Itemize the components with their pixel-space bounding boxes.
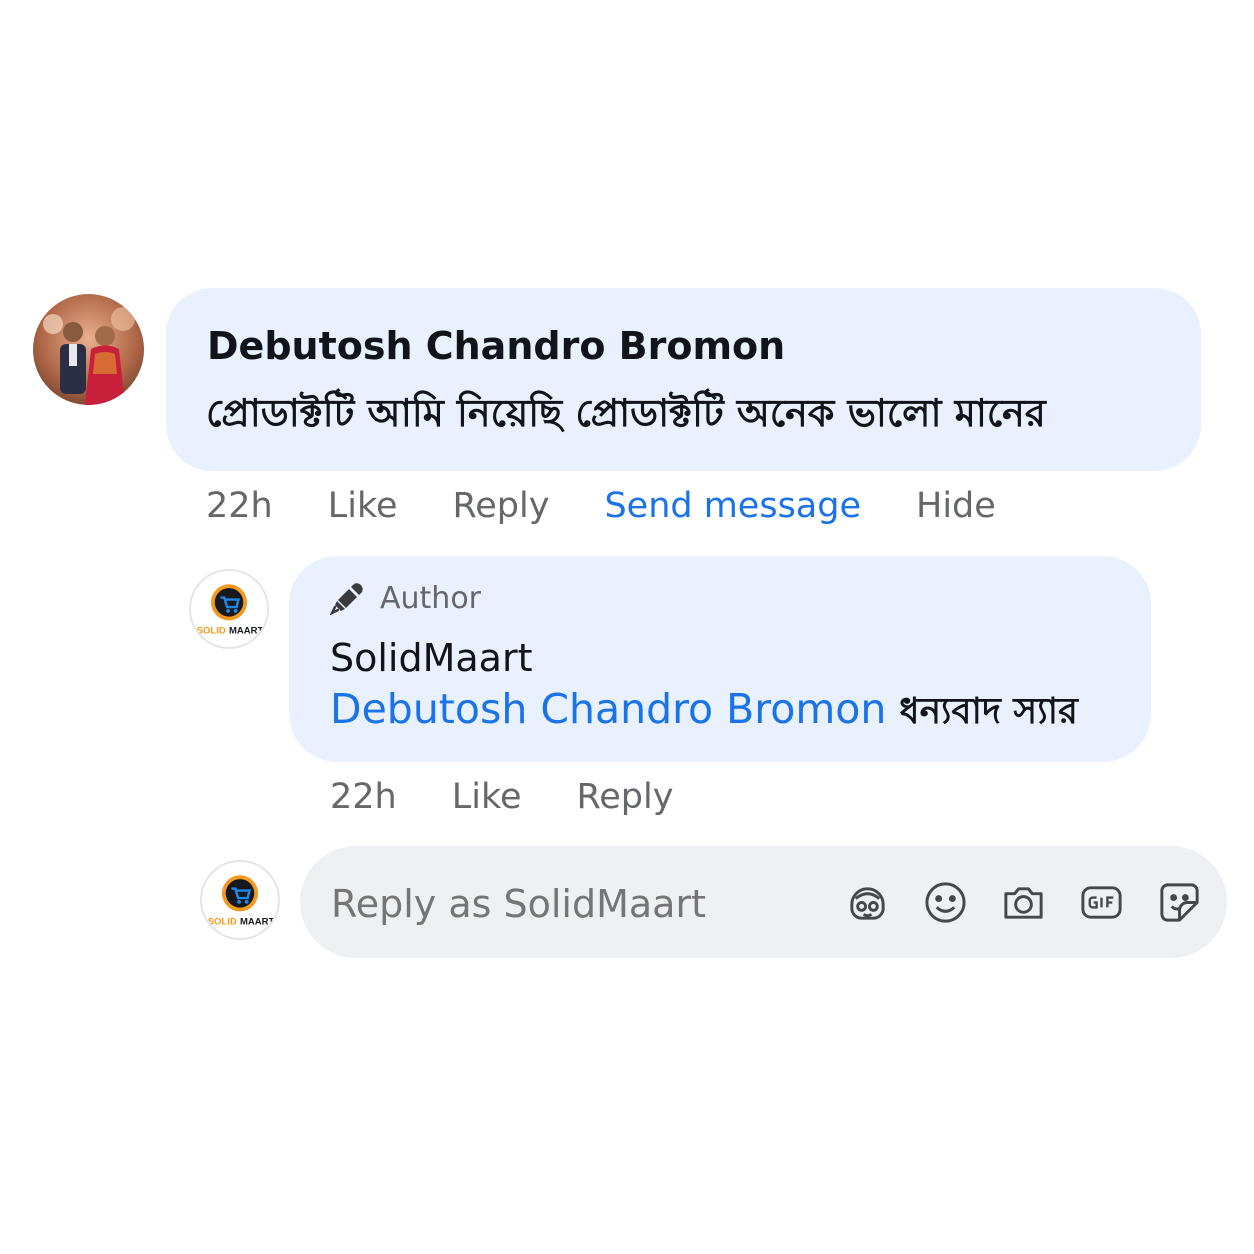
sticker-icon[interactable] [1156, 879, 1203, 926]
emoji-icon[interactable] [922, 879, 969, 926]
commenter-avatar[interactable] [33, 294, 144, 405]
hide-button[interactable]: Hide [916, 486, 996, 526]
logo-text-solid: SOLID [208, 917, 237, 928]
comment-text: প্রোডাক্টটি আমি নিয়েছি প্রোডাক্টটি অনেক… [206, 391, 1046, 435]
author-badge-label: Author [380, 580, 482, 616]
reply-text: Debutosh Chandro Bromon ধন্যবাদ স্যার [330, 684, 1078, 744]
reply-composer[interactable] [300, 846, 1227, 958]
logo-text-maart: MAART [229, 626, 263, 637]
comment-actions: 22h Like Reply Send message Hide [206, 486, 996, 526]
reply-bubble: Author SolidMaart Debutosh Chandro Bromo… [289, 556, 1151, 762]
reply-input[interactable] [331, 882, 831, 926]
author-badge: Author [330, 580, 481, 616]
microphone-icon [330, 583, 363, 616]
logo-text-maart: MAART [240, 917, 274, 928]
reply-reply-button[interactable]: Reply [577, 777, 674, 817]
comment-author-name[interactable]: Debutosh Chandro Bromon [207, 324, 785, 368]
mention-link[interactable]: Debutosh Chandro Bromon [330, 685, 886, 733]
send-message-button[interactable]: Send message [604, 486, 861, 526]
composer-avatar: SOLID MAART [200, 860, 280, 940]
reply-actions: 22h Like Reply [330, 777, 673, 817]
comment-bubble: Debutosh Chandro Bromon প্রোডাক্টটি আমি … [166, 288, 1201, 471]
reply-button[interactable]: Reply [453, 486, 550, 526]
reply-author-name[interactable]: SolidMaart [330, 636, 533, 680]
comment-timestamp[interactable]: 22h [206, 486, 273, 526]
comment-thread: Debutosh Chandro Bromon প্রোডাক্টটি আমি … [0, 0, 1254, 1254]
reply-message: ধন্যবাদ স্যার [899, 691, 1078, 732]
reply-timestamp[interactable]: 22h [330, 777, 397, 817]
gif-icon[interactable] [1078, 879, 1125, 926]
reply-like-button[interactable]: Like [452, 777, 522, 817]
page-avatar[interactable]: SOLID MAART [189, 569, 269, 649]
like-button[interactable]: Like [328, 486, 398, 526]
camera-icon[interactable] [1000, 879, 1047, 926]
avatar-sticker-icon[interactable] [844, 879, 891, 926]
composer-toolbar [844, 879, 1203, 926]
logo-text-solid: SOLID [197, 626, 226, 637]
